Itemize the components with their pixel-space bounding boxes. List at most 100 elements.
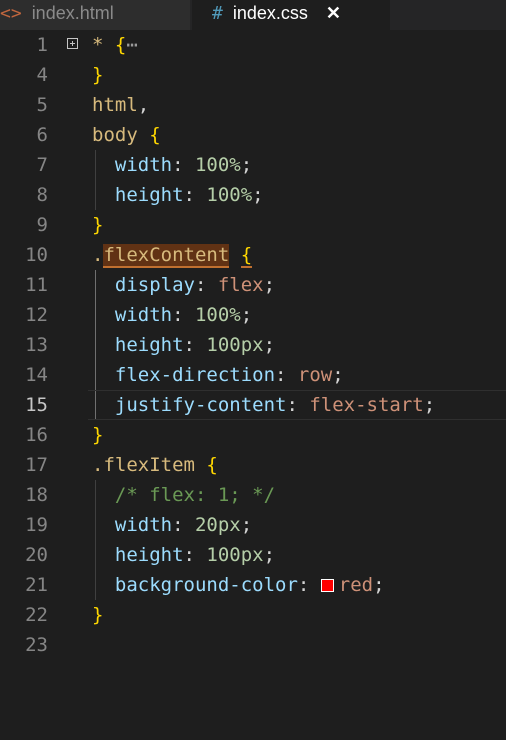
editor-tab-bar: <> index.html # index.css ✕	[0, 0, 506, 30]
line-number: 19	[25, 514, 48, 536]
code-text: height: 100px;	[92, 330, 275, 360]
code-token: ,	[137, 94, 150, 116]
code-token: 100%	[206, 184, 253, 206]
code-token: ;	[263, 334, 276, 356]
line-number: 20	[25, 544, 48, 566]
code-token: :	[183, 184, 207, 206]
code-token: ;	[332, 364, 344, 386]
code-line[interactable]: 16}	[0, 420, 506, 450]
line-number: 23	[25, 634, 48, 656]
code-text: }	[92, 210, 103, 240]
code-token: justify-content	[92, 394, 287, 416]
code-token: ;	[252, 184, 264, 206]
code-line[interactable]: 15 justify-content: flex-start;	[0, 390, 506, 420]
tab-index-html[interactable]: <> index.html	[0, 0, 190, 30]
code-token: }	[92, 214, 104, 236]
line-number: 16	[25, 424, 48, 446]
code-token: ;	[240, 304, 253, 326]
line-number: 14	[25, 364, 48, 386]
code-token: /* flex: 1; */	[92, 484, 276, 506]
code-text: .flexItem {	[92, 450, 218, 480]
color-swatch-icon[interactable]	[320, 579, 334, 592]
code-line[interactable]: 20 height: 100px;	[0, 540, 506, 570]
code-text: width: 100%;	[92, 300, 252, 330]
code-token: row	[297, 364, 333, 386]
code-token: width	[92, 154, 173, 176]
code-token: flexContent	[103, 244, 230, 268]
tab-label: index.css	[232, 3, 308, 23]
html-file-icon: <>	[0, 3, 22, 24]
code-line[interactable]: 4}	[0, 60, 506, 90]
code-text: height: 100%;	[92, 180, 264, 210]
line-number: 13	[25, 334, 48, 356]
code-token: html	[92, 94, 138, 116]
code-line[interactable]: 5 html,	[0, 90, 506, 120]
code-text: display: flex;	[92, 270, 275, 300]
code-line[interactable]: 13 height: 100px;	[0, 330, 506, 360]
code-token: }	[92, 424, 104, 446]
code-line[interactable]: 8 height: 100%;	[0, 180, 506, 210]
code-token: :	[297, 574, 321, 596]
code-token: .	[92, 244, 104, 266]
code-line[interactable]: 12 width: 100%;	[0, 300, 506, 330]
code-token: height	[92, 184, 184, 206]
code-token: flex-direction	[92, 364, 276, 386]
tab-bar-empty-area	[392, 0, 506, 30]
line-number: 6	[36, 124, 48, 146]
code-line[interactable]: 17 .flexItem {	[0, 450, 506, 480]
code-text: }	[92, 60, 103, 90]
line-number: 11	[25, 274, 48, 296]
line-number: 15	[25, 394, 48, 416]
code-token: {	[149, 124, 161, 146]
code-token: .flexItem	[92, 454, 207, 476]
code-token: height	[92, 544, 184, 566]
line-number: 8	[36, 184, 48, 206]
code-line[interactable]: 14 flex-direction: row;	[0, 360, 506, 390]
line-number: 7	[36, 154, 48, 176]
code-line[interactable]: 18 /* flex: 1; */	[0, 480, 506, 510]
code-line[interactable]: 7 width: 100%;	[0, 150, 506, 180]
line-number: 22	[25, 604, 48, 626]
code-token: body	[92, 124, 150, 146]
code-text: background-color: red;	[92, 570, 385, 600]
tab-label: index.html	[31, 3, 114, 23]
code-token: {	[206, 454, 218, 476]
code-token: width	[92, 514, 173, 536]
code-token: :	[286, 394, 310, 416]
code-text: * {⋯	[92, 30, 138, 60]
code-token: :	[183, 334, 207, 356]
code-token: {	[114, 34, 127, 56]
code-line[interactable]: 19 width: 20px;	[0, 510, 506, 540]
tab-index-css[interactable]: # index.css ✕	[192, 0, 390, 30]
code-token: :	[172, 304, 195, 326]
code-token: :	[194, 274, 218, 296]
code-token: red	[338, 574, 374, 596]
code-token: width	[92, 304, 173, 326]
line-number: 17	[25, 454, 48, 476]
code-text: width: 20px;	[92, 510, 252, 540]
code-line[interactable]: 9}	[0, 210, 506, 240]
code-token: :	[172, 514, 195, 536]
code-text: height: 100px;	[92, 540, 275, 570]
line-number: 18	[25, 484, 48, 506]
code-text: justify-content: flex-start;	[92, 390, 435, 420]
code-text: /* flex: 1; */	[92, 480, 275, 510]
code-editor[interactable]: 1 * {⋯ 4} 5 html, 6 body {7 width: 100%; 8 heig…	[0, 30, 506, 740]
code-text: }	[92, 600, 103, 630]
code-line[interactable]: 1 * {⋯	[0, 30, 506, 60]
code-line[interactable]: 22}	[0, 600, 506, 630]
code-line[interactable]: 23	[0, 630, 506, 660]
code-text: .flexContent {	[92, 240, 253, 270]
code-line[interactable]: 6 body {	[0, 120, 506, 150]
code-token: :	[172, 154, 195, 176]
line-number: 12	[25, 304, 48, 326]
code-line[interactable]: 10 .flexContent {	[0, 240, 506, 270]
code-line[interactable]: 11 display: flex;	[0, 270, 506, 300]
code-text: flex-direction: row;	[92, 360, 344, 390]
code-line[interactable]: 21 background-color: red;	[0, 570, 506, 600]
code-token: :	[183, 544, 207, 566]
code-text: }	[92, 420, 103, 450]
line-number: 10	[25, 244, 48, 266]
close-icon[interactable]: ✕	[326, 3, 341, 24]
